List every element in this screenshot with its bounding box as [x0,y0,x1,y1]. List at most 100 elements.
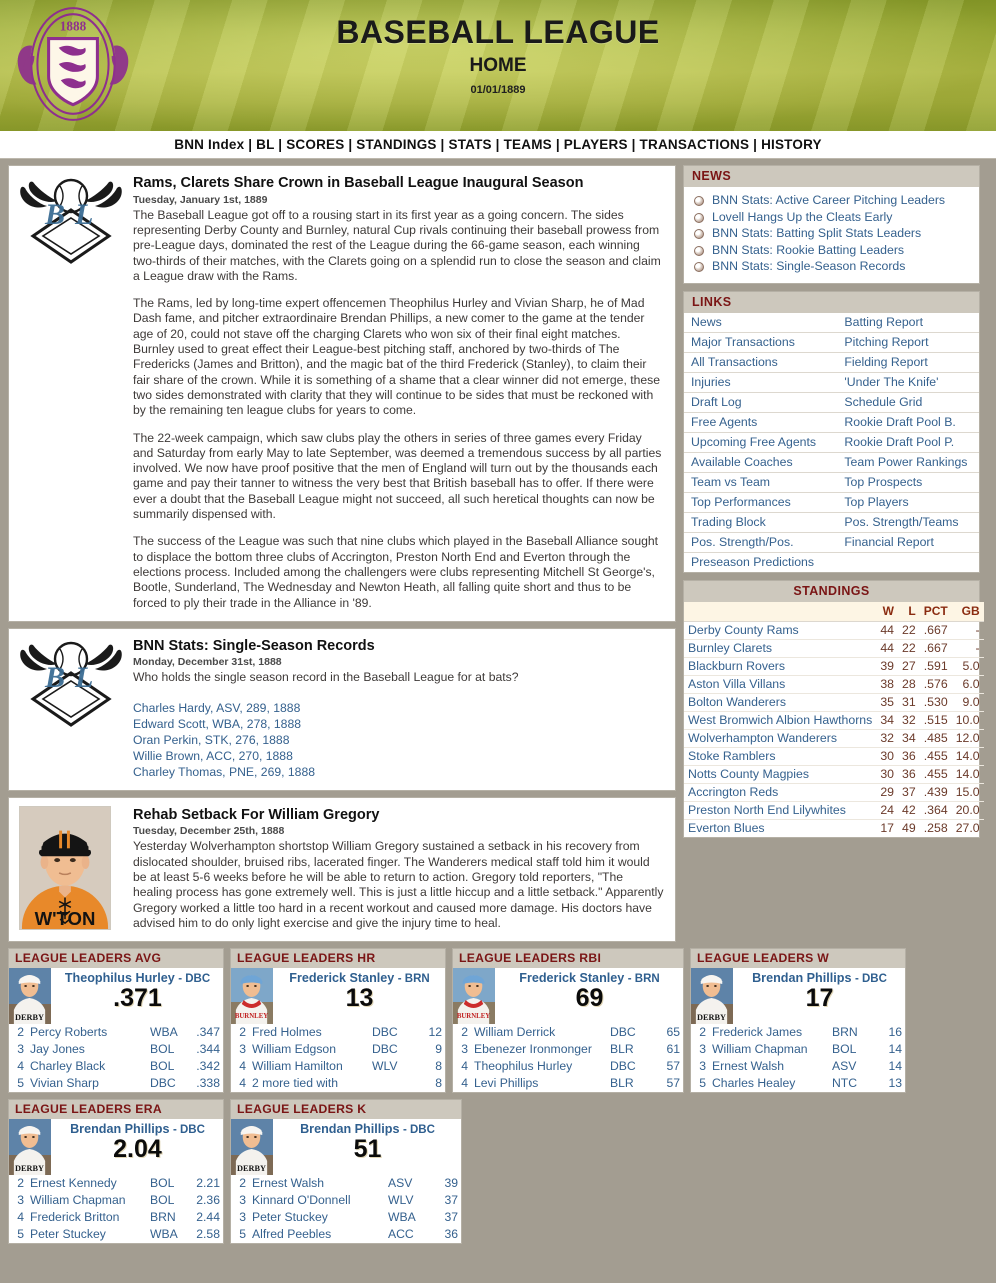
record-line[interactable]: Willie Brown, ACC, 270, 1888 [133,748,665,764]
team-abbr[interactable] [369,1075,411,1092]
table-row[interactable]: Bolton Wanderers 35 31.530 9.0 [684,693,984,712]
leader-card-w[interactable]: LEAGUE LEADERS W DERBY Brendan Phillips … [690,948,906,1094]
nav-links[interactable]: BNN Index | BL | SCORES | STANDINGS | ST… [174,137,821,152]
player-name[interactable]: Ernest Kennedy [27,1175,147,1192]
list-item[interactable]: 3 William Edgson DBC 9 [231,1041,445,1058]
list-item[interactable]: 42 more tied with 8 [231,1075,445,1092]
link-item[interactable]: Major Transactions [684,332,838,353]
record-line[interactable]: Charley Thomas, PNE, 269, 1888 [133,764,665,780]
table-row[interactable]: Accrington Reds 29 37.439 15.0 [684,783,984,802]
record-line[interactable]: Edward Scott, WBA, 278, 1888 [133,716,665,732]
player-name[interactable]: Kinnard O'Donnell [249,1192,385,1209]
list-item[interactable]: 2 Ernest Walsh ASV 39 [231,1175,461,1192]
link-item[interactable]: Pitching Report [837,332,979,353]
list-item[interactable]: 3 Ebenezer Ironmonger BLR 61 [453,1041,683,1058]
link-item[interactable]: 'Under The Knife' [837,372,979,393]
list-item[interactable]: 4 Theophilus Hurley DBC 57 [453,1058,683,1075]
link-item[interactable]: Pos. Strength/Pos. [684,532,838,553]
leader-player-name[interactable]: Theophilus Hurley [65,971,175,985]
leader-player-team[interactable]: DBC [185,973,210,985]
link-item[interactable]: Rookie Draft Pool P. [837,432,979,453]
leader-card-k[interactable]: LEAGUE LEADERS K DERBY Brendan Phillips … [230,1099,462,1245]
team-name[interactable]: Blackburn Rovers [684,657,877,676]
team-abbr[interactable]: WLV [369,1058,411,1075]
link-item[interactable]: Batting Report [837,312,979,333]
player-name[interactable]: Charley Black [27,1058,147,1075]
list-item[interactable]: 5 Alfred Peebles ACC 36 [231,1226,461,1243]
player-name[interactable]: Peter Stuckey [249,1209,385,1226]
news-list-item[interactable]: BNN Stats: Batting Split Stats Leaders [694,226,971,242]
leader-player-name[interactable]: Brendan Phillips [70,1122,169,1136]
table-row[interactable]: Aston Villa Villans 38 28.576 6.0 [684,675,984,694]
team-abbr[interactable]: BOL [147,1192,189,1209]
leader-card-hr[interactable]: LEAGUE LEADERS HR BURNLEY Frederick Stan… [230,948,446,1094]
link-item[interactable]: Available Coaches [684,452,838,473]
table-row[interactable]: Notts County Magpies 30 36.455 14.0 [684,765,984,784]
list-item[interactable]: 3 Peter Stuckey WBA 37 [231,1209,461,1226]
player-name[interactable]: Jay Jones [27,1041,147,1058]
team-abbr[interactable]: ACC [385,1226,427,1243]
table-row[interactable]: Blackburn Rovers 39 27.591 5.0 [684,657,984,676]
player-name[interactable]: William Edgson [249,1041,369,1058]
team-abbr[interactable]: DBC [607,1058,649,1075]
list-item[interactable]: 5 Charles Healey NTC 13 [691,1075,905,1092]
player-name[interactable]: William Chapman [709,1041,829,1058]
leader-card-era[interactable]: LEAGUE LEADERS ERA DERBY Brendan Phillip… [8,1099,224,1245]
list-item[interactable]: 3 Jay Jones BOL .344 [9,1041,223,1058]
team-abbr[interactable]: BOL [829,1041,871,1058]
news-list-item[interactable]: BNN Stats: Single-Season Records [694,259,971,275]
record-line[interactable]: Charles Hardy, ASV, 289, 1888 [133,700,665,716]
leader-player-name[interactable]: Frederick Stanley [289,971,394,985]
link-item[interactable]: Pos. Strength/Teams [837,512,979,533]
player-name[interactable]: Ernest Walsh [249,1175,385,1192]
news-article[interactable]: W'TON Rehab Setback For William Gregory … [8,796,676,943]
player-name[interactable]: Theophilus Hurley [471,1058,607,1075]
player-name[interactable]: Charles Healey [709,1075,829,1092]
player-name[interactable]: Alfred Peebles [249,1226,385,1243]
team-abbr[interactable]: ASV [829,1058,871,1075]
link-item[interactable]: Draft Log [684,392,838,413]
news-list-item[interactable]: BNN Stats: Active Career Pitching Leader… [694,193,971,209]
link-item[interactable]: Fielding Report [837,352,979,373]
team-abbr[interactable]: NTC [829,1075,871,1092]
main-navigation[interactable]: BNN Index | BL | SCORES | STANDINGS | ST… [0,131,996,159]
team-name[interactable]: Bolton Wanderers [684,693,877,712]
link-item[interactable]: News [684,312,838,333]
list-item[interactable]: 3 Kinnard O'Donnell WLV 37 [231,1192,461,1209]
list-item[interactable]: 4 William Hamilton WLV 8 [231,1058,445,1075]
team-abbr[interactable]: BRN [829,1024,871,1041]
team-abbr[interactable]: DBC [369,1024,411,1041]
player-name[interactable]: Frederick Britton [27,1209,147,1226]
leader-player-team[interactable]: DBC [410,1124,435,1136]
news-list-item[interactable]: BNN Stats: Rookie Batting Leaders [694,243,971,259]
news-item-label[interactable]: BNN Stats: Rookie Batting Leaders [712,243,904,257]
team-abbr[interactable]: WBA [147,1226,189,1243]
link-item[interactable]: Free Agents [684,412,838,433]
leader-player-name[interactable]: Frederick Stanley [519,971,624,985]
team-name[interactable]: Notts County Magpies [684,765,877,784]
leader-player-team[interactable]: BRN [405,973,430,985]
player-name[interactable]: Ebenezer Ironmonger [471,1041,607,1058]
news-item-label[interactable]: BNN Stats: Active Career Pitching Leader… [712,193,945,207]
team-abbr[interactable]: WLV [385,1192,427,1209]
table-row[interactable]: Preston North End Lilywhites 24 42.364 20.0 [684,801,984,820]
link-item[interactable]: Financial Report [837,532,979,553]
list-item[interactable]: 5 Vivian Sharp DBC .338 [9,1075,223,1092]
leader-card-avg[interactable]: LEAGUE LEADERS AVG DERBY Theophilus Hurl… [8,948,224,1094]
news-article[interactable]: B L BNN Stats: Single-Season Records Mon… [8,627,676,791]
team-name[interactable]: Aston Villa Villans [684,675,877,694]
team-abbr[interactable]: DBC [147,1075,189,1092]
team-abbr[interactable]: BLR [607,1041,649,1058]
link-item[interactable]: Trading Block [684,512,838,533]
record-line[interactable]: Oran Perkin, STK, 276, 1888 [133,732,665,748]
list-item[interactable]: 2 Fred Holmes DBC 12 [231,1024,445,1041]
list-item[interactable]: 3 Ernest Walsh ASV 14 [691,1058,905,1075]
list-item[interactable]: 2 Ernest Kennedy BOL 2.21 [9,1175,223,1192]
player-name[interactable]: Ernest Walsh [709,1058,829,1075]
team-abbr[interactable]: BOL [147,1041,189,1058]
player-name[interactable]: Levi Phillips [471,1075,607,1092]
table-row[interactable]: Stoke Ramblers 30 36.455 14.0 [684,747,984,766]
link-item[interactable]: All Transactions [684,352,838,373]
table-row[interactable]: Burnley Clarets 44 22.667- [684,639,984,658]
list-item[interactable]: 3 William Chapman BOL 2.36 [9,1192,223,1209]
